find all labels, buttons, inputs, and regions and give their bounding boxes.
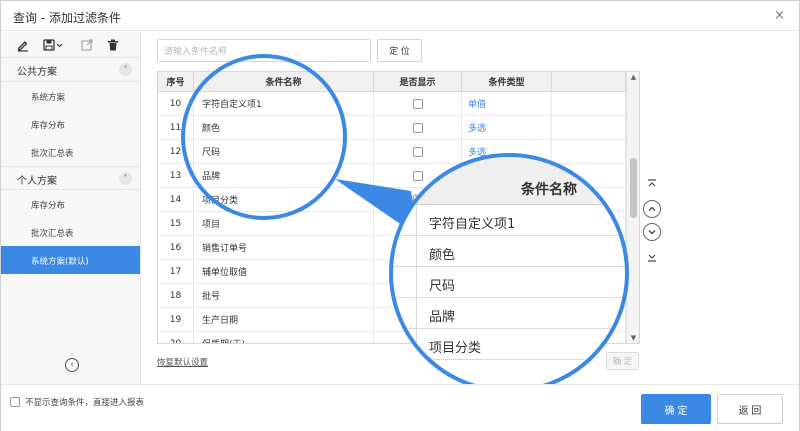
- move-down-icon[interactable]: [643, 223, 661, 241]
- zoom-row: 字符自定义项1: [393, 205, 625, 236]
- col-header-no: 序号: [158, 72, 194, 91]
- col-header-type: 条件类型: [462, 72, 552, 91]
- cell-type[interactable]: 多选: [462, 116, 552, 139]
- chevron-up-icon[interactable]: ˄: [119, 63, 132, 76]
- public-scheme-label: 公共方案: [17, 67, 57, 78]
- zoom-row-label: 尺码: [429, 279, 456, 294]
- cell-name: 销售订单号: [194, 236, 374, 259]
- save-icon[interactable]: [41, 36, 65, 54]
- cell-name: 批号: [194, 284, 374, 307]
- zoom-row: 品牌: [393, 298, 625, 329]
- cell-name: 辅单位取值: [194, 260, 374, 283]
- scheme-sidebar: 公共方案 ˄ 系统方案 库存分布 批次汇总表 个人方案 ˄ 库存分布 批次汇总表…: [1, 32, 141, 384]
- show-checkbox[interactable]: [412, 98, 423, 109]
- zoom-row-label: 品牌: [429, 310, 456, 325]
- cell-no: 15: [158, 212, 194, 235]
- edit-icon[interactable]: [15, 36, 31, 54]
- restore-defaults-link[interactable]: 恢复默认设置: [157, 356, 208, 368]
- personal-item-system-default[interactable]: 系统方案(默认): [1, 246, 140, 274]
- ok-button[interactable]: 确 定: [641, 394, 711, 424]
- scheme-item-system[interactable]: 系统方案: [1, 82, 140, 110]
- chevron-up-icon[interactable]: ˄: [119, 172, 132, 185]
- cell-show: [374, 92, 462, 115]
- zoom-row: 颜色: [393, 236, 625, 267]
- export-icon[interactable]: [79, 36, 95, 54]
- scheme-item-inventory[interactable]: 库存分布: [1, 110, 140, 138]
- close-icon[interactable]: ×: [774, 8, 785, 23]
- zoom-row: 项目分类: [393, 329, 625, 360]
- col-header-extra: [552, 72, 626, 91]
- magnifier-small-circle: [181, 54, 347, 220]
- cell-name: 生产日期: [194, 308, 374, 331]
- scheme-toolbar: [1, 32, 140, 58]
- title-bar: 查询 - 添加过滤条件 ×: [1, 1, 799, 31]
- cell-no: 19: [158, 308, 194, 331]
- dialog-footer: 不显示查询条件，直接进入报表 确 定 返 回: [1, 384, 799, 431]
- public-scheme-group[interactable]: 公共方案 ˄: [1, 58, 140, 82]
- zoom-row-label: 颜色: [429, 248, 456, 263]
- personal-item-batch-summary[interactable]: 批次汇总表: [1, 218, 140, 246]
- personal-item-inventory[interactable]: 库存分布: [1, 190, 140, 218]
- scroll-up-arrow-icon[interactable]: ▲: [627, 73, 639, 81]
- show-checkbox[interactable]: [412, 122, 423, 133]
- skip-conditions-option[interactable]: 不显示查询条件，直接进入报表: [10, 396, 144, 408]
- cell-type[interactable]: 单值: [462, 92, 552, 115]
- zoom-row: 尺码: [393, 267, 625, 298]
- cell-extra: [552, 116, 626, 139]
- cell-no: 18: [158, 284, 194, 307]
- zoom-header: 条件名称: [393, 157, 625, 205]
- cell-show: [374, 116, 462, 139]
- scrollbar-thumb[interactable]: [630, 158, 637, 218]
- locate-button[interactable]: 定 位: [377, 39, 422, 62]
- magnifier-zoom-circle: 条件名称 字符自定义项1 颜色尺码品牌项目分类: [389, 153, 629, 393]
- move-top-icon[interactable]: [643, 175, 661, 193]
- cell-name: 保质期(天): [194, 332, 374, 343]
- cell-no: 20: [158, 332, 194, 343]
- scheme-item-batch-summary[interactable]: 批次汇总表: [1, 138, 140, 166]
- skip-conditions-checkbox[interactable]: [10, 397, 20, 407]
- back-button[interactable]: 返 回: [717, 394, 783, 424]
- move-bottom-icon[interactable]: [643, 248, 661, 266]
- zoom-row-label: 字符自定义项1: [429, 217, 516, 232]
- cell-no: 16: [158, 236, 194, 259]
- move-up-icon[interactable]: [643, 200, 661, 218]
- col-header-show: 是否显示: [374, 72, 462, 91]
- dialog-title: 查询 - 添加过滤条件: [13, 11, 121, 25]
- show-checkbox[interactable]: [412, 146, 423, 157]
- cell-no: 14: [158, 188, 194, 211]
- collapse-sidebar-icon[interactable]: ‹: [65, 358, 79, 372]
- skip-conditions-label: 不显示查询条件，直接进入报表: [25, 398, 145, 408]
- scroll-down-arrow-icon[interactable]: ▼: [627, 334, 639, 342]
- cell-extra: [552, 92, 626, 115]
- personal-scheme-group[interactable]: 个人方案 ˄: [1, 166, 140, 190]
- filter-dialog: 查询 - 添加过滤条件 × 公共方案 ˄ 系统方案 库存分布 批次汇总表 个人方…: [0, 0, 800, 431]
- zoom-row-label: 项目分类: [429, 341, 482, 356]
- zoom-header-label: 条件名称: [521, 182, 577, 198]
- personal-scheme-label: 个人方案: [17, 176, 57, 187]
- cell-no: 17: [158, 260, 194, 283]
- grid-scrollbar[interactable]: ▲ ▼: [626, 72, 639, 343]
- delete-icon[interactable]: [105, 36, 121, 54]
